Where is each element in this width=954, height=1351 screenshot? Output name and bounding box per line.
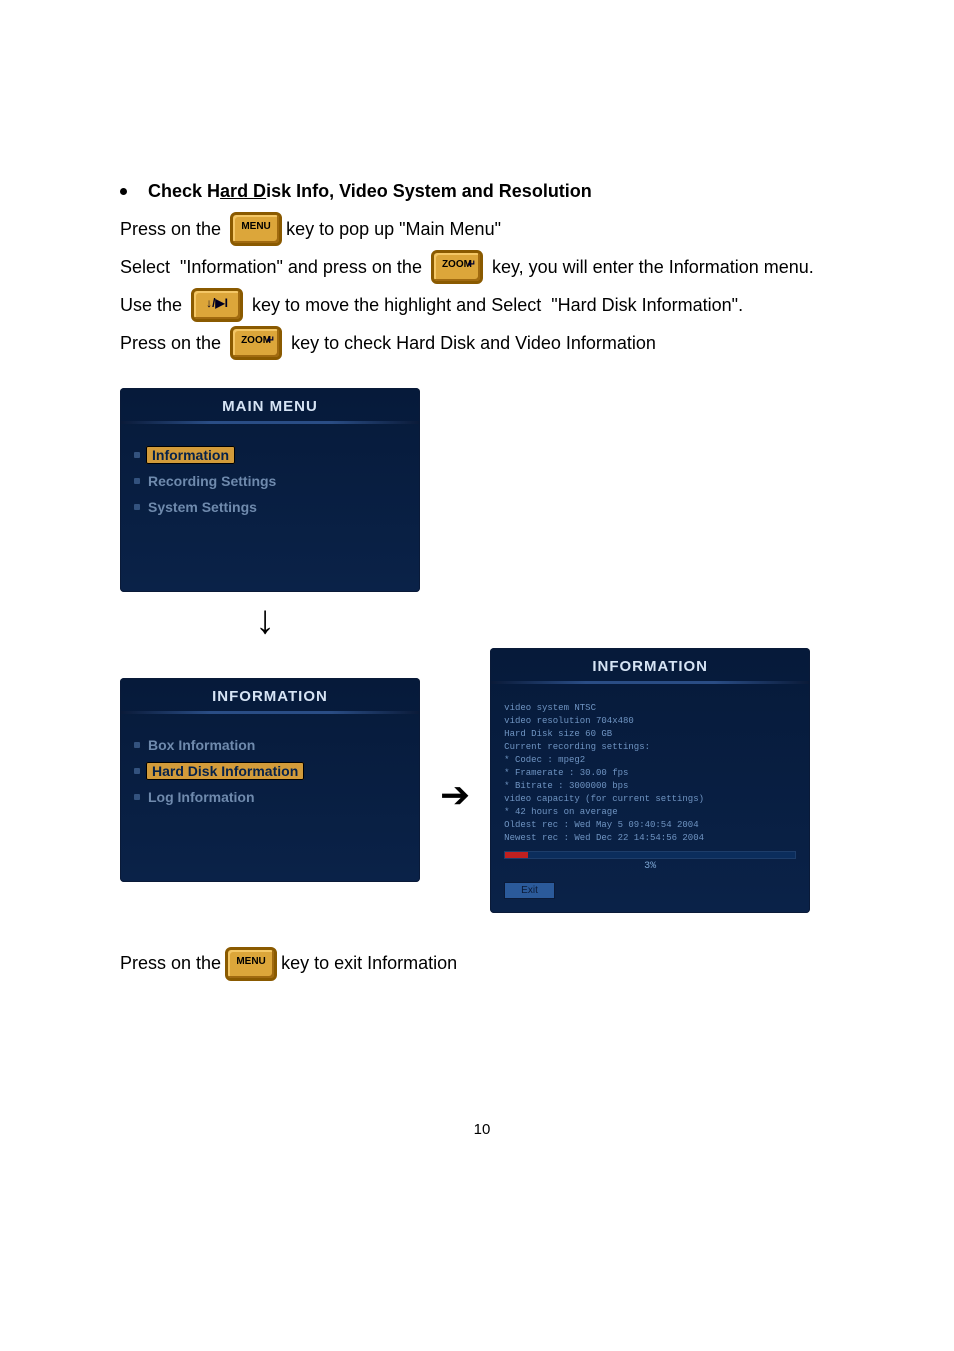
page: Check Hard Disk Info, Video System and R… bbox=[0, 0, 954, 1198]
instruction-line-1: Press on the MENU key to pop up "Main Me… bbox=[120, 212, 844, 246]
info-line: video capacity (for current settings) bbox=[504, 793, 796, 806]
menu-bullet-icon bbox=[134, 794, 140, 800]
panel-divider bbox=[120, 711, 420, 714]
menu-item-label: Recording Settings bbox=[146, 472, 278, 490]
menu-bullet-icon bbox=[134, 504, 140, 510]
menu-bullet-icon bbox=[134, 768, 140, 774]
menu-item-hard-disk-information[interactable]: Hard Disk Information bbox=[120, 758, 420, 784]
menu-item-label: Log Information bbox=[146, 788, 257, 806]
text: key to move the highlight and Select "Ha… bbox=[247, 289, 743, 321]
menu-bullet-icon bbox=[134, 452, 140, 458]
progress-percent: 3% bbox=[504, 861, 796, 872]
text: Press on the bbox=[120, 953, 221, 974]
text: key to check Hard Disk and Video Informa… bbox=[286, 327, 656, 359]
information-detail-panel: INFORMATION video system NTSC video reso… bbox=[490, 648, 810, 913]
menu-item-label: Box Information bbox=[146, 736, 257, 754]
zoom-key-icon: ZOOM bbox=[431, 250, 483, 284]
key-label: ZOOM bbox=[241, 325, 271, 357]
key-label: MENU bbox=[236, 956, 265, 967]
figure-row: INFORMATION Box Information Hard Disk In… bbox=[120, 648, 844, 913]
info-line: * Codec : mpeg2 bbox=[504, 754, 796, 767]
heading-part: isk Info, Video System and Resolution bbox=[266, 181, 592, 201]
info-line: * Bitrate : 3000000 bps bbox=[504, 780, 796, 793]
menu-item-log-information[interactable]: Log Information bbox=[120, 784, 420, 810]
instruction-line-3: Use the ↓/▶I key to move the highlight a… bbox=[120, 288, 844, 322]
text: Press on the bbox=[120, 213, 226, 245]
panel-title: MAIN MENU bbox=[120, 388, 420, 421]
exit-button[interactable]: Exit bbox=[504, 882, 555, 899]
info-line: Newest rec : Wed Dec 22 14:54:56 2004 bbox=[504, 832, 796, 845]
figures-area: MAIN MENU Information Recording Settings… bbox=[120, 388, 844, 913]
heading-part: Check H bbox=[148, 181, 220, 201]
panel-divider bbox=[490, 681, 810, 684]
section-heading: Check Hard Disk Info, Video System and R… bbox=[120, 180, 844, 202]
zoom-key-icon: ZOOM bbox=[230, 326, 282, 360]
info-line: video resolution 704x480 bbox=[504, 715, 796, 728]
info-line: * Framerate : 30.00 fps bbox=[504, 767, 796, 780]
instruction-line-2: Select "Information" and press on the ZO… bbox=[120, 250, 844, 284]
progress-wrap: 3% bbox=[504, 851, 796, 872]
menu-item-box-information[interactable]: Box Information bbox=[120, 732, 420, 758]
menu-item-recording-settings[interactable]: Recording Settings bbox=[120, 468, 420, 494]
progress-bar bbox=[504, 851, 796, 859]
text: key, you will enter the Information menu… bbox=[487, 251, 814, 283]
text: Press on the bbox=[120, 327, 226, 359]
panel-title: INFORMATION bbox=[490, 648, 810, 681]
text: key to pop up "Main Menu" bbox=[286, 213, 501, 245]
key-label: ZOOM bbox=[442, 249, 472, 281]
information-menu-panel: INFORMATION Box Information Hard Disk In… bbox=[120, 678, 420, 882]
menu-item-information[interactable]: Information bbox=[120, 442, 420, 468]
menu-item-label: Hard Disk Information bbox=[146, 762, 304, 780]
progress-fill bbox=[505, 852, 528, 858]
text: key to exit Information bbox=[281, 953, 457, 974]
menu-key-icon: MENU bbox=[230, 212, 282, 246]
instruction-exit: Press on the MENU key to exit Informatio… bbox=[120, 947, 844, 981]
menu-bullet-icon bbox=[134, 478, 140, 484]
nav-key-icon: ↓/▶I bbox=[191, 288, 243, 322]
info-line: * 42 hours on average bbox=[504, 806, 796, 819]
info-line: Current recording settings: bbox=[504, 741, 796, 754]
info-line: Oldest rec : Wed May 5 09:40:54 2004 bbox=[504, 819, 796, 832]
menu-item-label: System Settings bbox=[146, 498, 259, 516]
key-label: ↓/▶I bbox=[206, 287, 228, 319]
main-menu-panel: MAIN MENU Information Recording Settings… bbox=[120, 388, 420, 592]
panel-title: INFORMATION bbox=[120, 678, 420, 711]
menu-bullet-icon bbox=[134, 742, 140, 748]
arrow-down-icon: ↓ bbox=[255, 600, 844, 640]
panel-divider bbox=[120, 421, 420, 424]
info-line: video system NTSC bbox=[504, 702, 796, 715]
info-lines: video system NTSC video resolution 704x4… bbox=[490, 702, 810, 845]
bullet-dot-icon bbox=[120, 188, 127, 195]
text: Use the bbox=[120, 289, 187, 321]
arrow-right-icon: ➔ bbox=[440, 774, 470, 816]
text: Select "Information" and press on the bbox=[120, 251, 427, 283]
menu-item-system-settings[interactable]: System Settings bbox=[120, 494, 420, 520]
instruction-line-4: Press on the ZOOM key to check Hard Disk… bbox=[120, 326, 844, 360]
menu-item-label: Information bbox=[146, 446, 235, 464]
page-number: 10 bbox=[120, 1121, 844, 1138]
menu-key-icon: MENU bbox=[225, 947, 277, 981]
info-line: Hard Disk size 60 GB bbox=[504, 728, 796, 741]
key-label: MENU bbox=[241, 211, 270, 243]
heading-underline: ard D bbox=[220, 181, 266, 201]
